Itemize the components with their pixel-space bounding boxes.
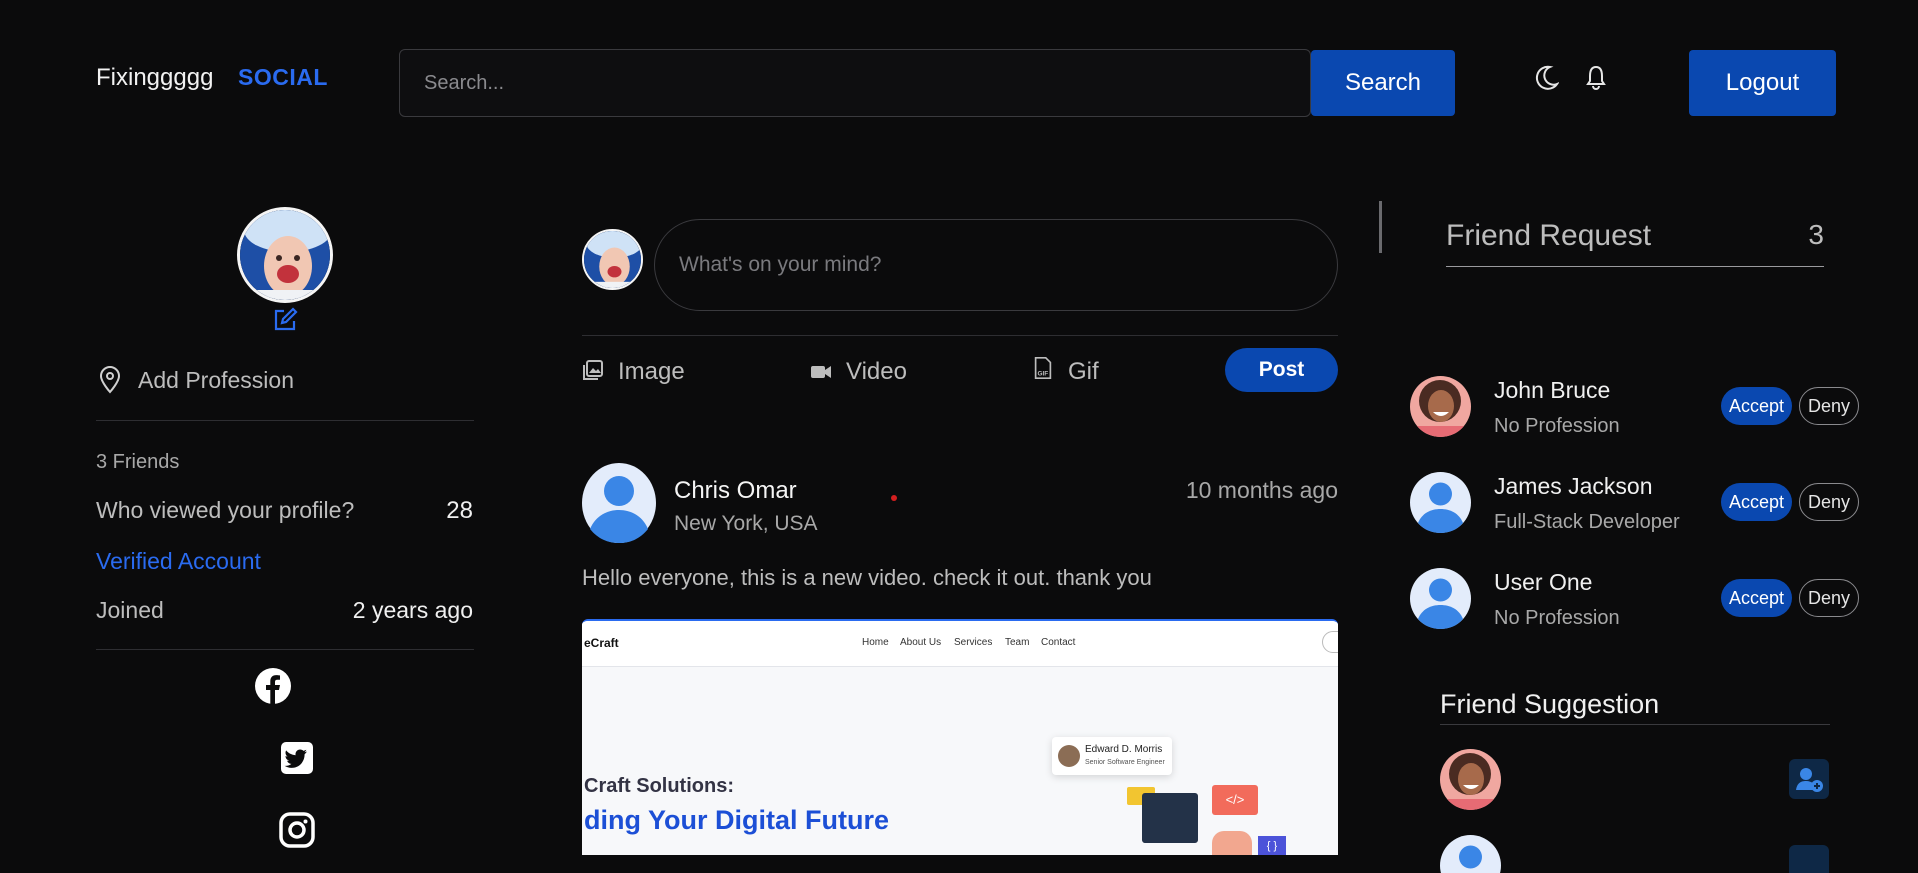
request-profession: Full-Stack Developer — [1494, 511, 1680, 533]
preview-card-name: Edward D. Morris — [1085, 744, 1163, 755]
search-input[interactable] — [399, 49, 1311, 117]
request-name[interactable]: User One — [1494, 569, 1592, 596]
gif-icon: GIF — [1034, 357, 1052, 379]
preview-headline: Craft Solutions: — [584, 775, 734, 797]
verified-account-link[interactable]: Verified Account — [96, 548, 261, 575]
image-option[interactable]: Image — [618, 358, 685, 386]
request-avatar[interactable] — [1410, 568, 1471, 629]
add-friend-button[interactable] — [1789, 845, 1829, 873]
request-avatar[interactable] — [1410, 376, 1471, 437]
brand-accent[interactable]: SOCIAL — [238, 64, 328, 91]
preview-card-avatar — [1058, 745, 1080, 767]
instagram-icon[interactable] — [278, 811, 316, 849]
divider — [1446, 266, 1824, 267]
deny-button[interactable]: Deny — [1799, 483, 1859, 521]
preview-nav-pill — [1322, 631, 1338, 653]
preview-nav-link: Contact — [1041, 637, 1076, 648]
moon-icon[interactable] — [1533, 64, 1559, 92]
add-profession-link[interactable]: Add Profession — [138, 367, 294, 394]
poster-avatar[interactable] — [582, 463, 656, 544]
gif-option[interactable]: Gif — [1068, 358, 1099, 386]
profile-views-label: Who viewed your profile? — [96, 497, 355, 523]
joined-value: 2 years ago — [352, 597, 473, 623]
twitter-icon[interactable] — [278, 739, 316, 777]
preview-screen-graphic — [1142, 793, 1198, 843]
deny-button[interactable]: Deny — [1799, 387, 1859, 425]
friend-request-count: 3 — [1808, 219, 1824, 250]
profile-avatar[interactable] — [237, 207, 333, 303]
preview-nav-link: About Us — [900, 637, 942, 648]
add-friend-button[interactable] — [1789, 759, 1829, 799]
search-button[interactable]: Search — [1311, 50, 1455, 116]
video-option[interactable]: Video — [846, 358, 907, 386]
svg-text:GIF: GIF — [1037, 370, 1048, 377]
post-button[interactable]: Post — [1225, 348, 1338, 392]
preview-logo: eCraft — [584, 636, 619, 650]
accept-button[interactable]: Accept — [1721, 579, 1792, 617]
preview-profile-card: Edward D. Morris Senior Software Enginee… — [1052, 737, 1172, 775]
preview-nav-link: Home — [862, 637, 889, 648]
post-text: Hello everyone, this is a new video. che… — [582, 565, 1152, 590]
preview-person-graphic — [1212, 831, 1252, 855]
deny-button[interactable]: Deny — [1799, 579, 1859, 617]
status-input[interactable] — [654, 219, 1338, 311]
image-icon — [583, 360, 603, 380]
scroll-indicator — [1379, 201, 1382, 253]
composer-avatar[interactable] — [582, 229, 643, 290]
request-name[interactable]: John Bruce — [1494, 377, 1610, 404]
preview-headline-accent: ding Your Digital Future — [584, 805, 889, 835]
divider — [582, 335, 1338, 336]
status-dot — [891, 495, 897, 501]
accept-button[interactable]: Accept — [1721, 483, 1792, 521]
preview-brace-tag: { } — [1258, 836, 1286, 855]
brand-name[interactable]: Fixinggggg — [96, 64, 213, 92]
preview-nav-link: Services — [954, 637, 993, 648]
post-timestamp: 10 months ago — [1185, 477, 1338, 503]
request-name[interactable]: James Jackson — [1494, 473, 1653, 500]
video-icon — [811, 366, 831, 378]
divider — [1440, 724, 1830, 725]
profile-views-count: 28 — [446, 497, 473, 524]
friend-request-title: Friend Request — [1446, 219, 1652, 252]
request-avatar[interactable] — [1410, 472, 1471, 533]
post-location: New York, USA — [674, 512, 818, 535]
accept-button[interactable]: Accept — [1721, 387, 1792, 425]
joined-label: Joined — [96, 597, 164, 623]
bell-icon[interactable] — [1585, 64, 1607, 90]
facebook-icon[interactable] — [254, 667, 292, 705]
friends-count[interactable]: 3 Friends — [96, 451, 179, 474]
divider — [96, 649, 474, 650]
preview-card-role: Senior Software Engineer — [1085, 759, 1165, 766]
add-user-icon — [1796, 768, 1823, 792]
post-video-preview[interactable]: eCraft Home About Us Services Team Conta… — [582, 619, 1338, 855]
preview-code-tag: </> — [1212, 785, 1258, 815]
suggestion-avatar[interactable] — [1440, 835, 1501, 873]
location-pin-icon — [99, 366, 121, 394]
request-profession: No Profession — [1494, 607, 1620, 629]
preview-nav-link: Team — [1005, 637, 1030, 648]
divider — [96, 420, 474, 421]
post-author[interactable]: Chris Omar — [674, 477, 797, 505]
friend-suggestion-title: Friend Suggestion — [1440, 689, 1660, 719]
suggestion-avatar[interactable] — [1440, 749, 1501, 810]
request-profession: No Profession — [1494, 415, 1620, 437]
edit-icon[interactable] — [272, 307, 298, 333]
preview-navbar: eCraft Home About Us Services Team Conta… — [582, 621, 1338, 667]
logout-button[interactable]: Logout — [1689, 50, 1836, 116]
